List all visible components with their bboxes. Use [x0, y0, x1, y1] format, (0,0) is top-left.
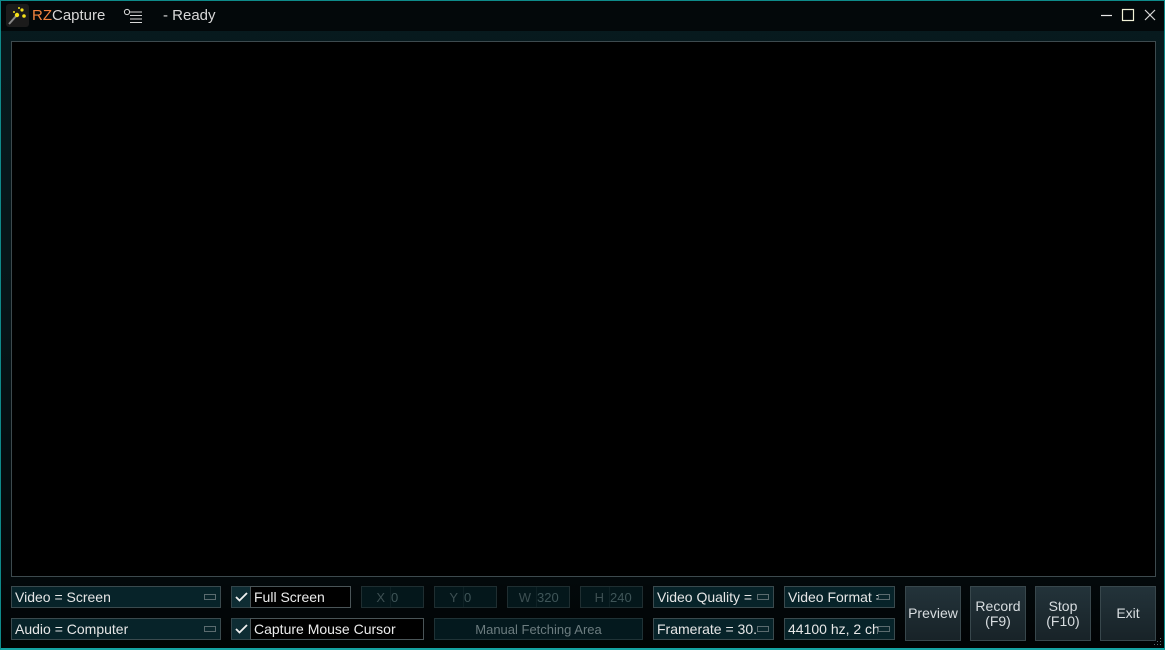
audio-format-value: 44100 hz, 2 ch(	[788, 621, 878, 637]
capture-cursor-label[interactable]: Capture Mouse Cursor	[250, 618, 424, 640]
w-label: W	[518, 590, 531, 605]
dropdown-icon	[878, 626, 890, 632]
audio-source-value: Audio = Computer	[15, 621, 129, 637]
height-field: H 240	[580, 586, 643, 608]
video-format-value: Video Format =	[788, 589, 878, 605]
dropdown-icon	[204, 626, 216, 632]
h-label: H	[594, 590, 604, 605]
y-value: 0	[463, 587, 496, 607]
capture-cursor-checkbox[interactable]	[231, 618, 251, 640]
stop-label-line1: Stop	[1048, 597, 1078, 614]
stop-button-label: Stop (F10)	[1046, 597, 1080, 629]
preview-button[interactable]: Preview	[905, 586, 961, 641]
x-coordinate-field: X 0	[361, 586, 424, 608]
stop-label-line2: (F10)	[1046, 612, 1080, 629]
record-label-line2: (F9)	[985, 612, 1011, 629]
w-value: 320	[536, 587, 569, 607]
x-label: X	[376, 590, 385, 605]
video-source-value: Video = Screen	[15, 589, 111, 605]
video-format-select[interactable]: Video Format =	[784, 586, 895, 608]
full-screen-label[interactable]: Full Screen	[250, 586, 351, 608]
dropdown-icon	[757, 626, 769, 632]
settings-list-icon[interactable]	[123, 8, 143, 24]
dropdown-icon	[878, 594, 890, 600]
checkmark-icon	[235, 592, 248, 602]
video-source-select[interactable]: Video = Screen	[11, 586, 221, 608]
framerate-value: Framerate = 30.0	[657, 621, 757, 637]
x-value: 0	[390, 587, 423, 607]
dropdown-icon	[204, 594, 216, 600]
y-coordinate-field: Y 0	[434, 586, 497, 608]
h-value: 240	[609, 587, 642, 607]
exit-button-label: Exit	[1116, 605, 1140, 621]
status-text: - Ready	[163, 7, 216, 24]
minimize-icon[interactable]	[1099, 7, 1115, 23]
resize-grip-icon[interactable]	[1154, 638, 1162, 646]
title-bar[interactable]: RZCapture - Ready	[1, 1, 1164, 31]
preview-button-label: Preview	[908, 605, 958, 621]
app-title-prefix: RZ	[32, 7, 52, 24]
capture-preview-area	[11, 41, 1156, 577]
stop-button[interactable]: Stop (F10)	[1035, 586, 1091, 641]
full-screen-checkbox[interactable]	[231, 586, 251, 608]
audio-format-select[interactable]: 44100 hz, 2 ch(	[784, 618, 895, 640]
record-button[interactable]: Record (F9)	[970, 586, 1026, 641]
width-field: W 320	[507, 586, 570, 608]
app-title-suffix: Capture	[52, 7, 106, 24]
audio-source-select[interactable]: Audio = Computer	[11, 618, 221, 640]
checkmark-icon	[235, 624, 248, 634]
video-quality-select[interactable]: Video Quality = 1	[653, 586, 774, 608]
app-title: RZCapture	[32, 7, 105, 24]
y-label: Y	[449, 590, 458, 605]
manual-fetching-area-button[interactable]: Manual Fetching Area	[434, 618, 643, 640]
framerate-select[interactable]: Framerate = 30.0	[653, 618, 774, 640]
magic-wand-icon	[6, 4, 29, 27]
record-button-label: Record (F9)	[975, 597, 1021, 629]
dropdown-icon	[757, 594, 769, 600]
maximize-icon[interactable]	[1120, 7, 1136, 23]
exit-button[interactable]: Exit	[1100, 586, 1156, 641]
video-quality-value: Video Quality = 1	[657, 589, 755, 605]
record-label-line1: Record	[975, 597, 1021, 614]
app-window: RZCapture - Ready Video = Screen Full Sc…	[0, 0, 1165, 650]
close-icon[interactable]	[1142, 7, 1158, 23]
